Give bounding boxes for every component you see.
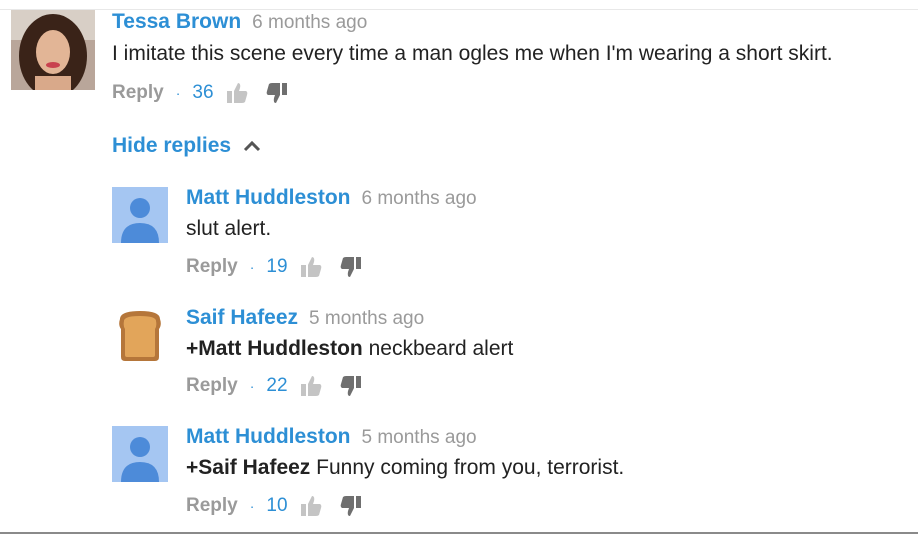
toast-avatar-icon bbox=[112, 307, 168, 363]
like-count: 22 bbox=[266, 375, 288, 396]
thumbs-down-icon[interactable] bbox=[340, 256, 362, 278]
timestamp[interactable]: 5 months ago bbox=[309, 308, 424, 329]
chevron-up-icon bbox=[244, 140, 261, 152]
separator: · bbox=[249, 378, 255, 394]
bottom-divider bbox=[0, 532, 918, 534]
hide-replies-label: Hide replies bbox=[112, 134, 232, 157]
author-name[interactable]: Matt Huddleston bbox=[186, 425, 350, 448]
reply-button[interactable]: Reply bbox=[186, 495, 238, 517]
like-count: 19 bbox=[266, 256, 288, 277]
separator: · bbox=[175, 85, 181, 101]
author-name[interactable]: Matt Huddleston bbox=[186, 186, 350, 209]
author-name[interactable]: Tessa Brown bbox=[112, 10, 241, 33]
comment-body: Funny coming from you, terrorist. bbox=[310, 456, 625, 479]
comment-actions: Reply · 36 bbox=[112, 81, 306, 105]
comment-header: Matt Huddleston 6 months ago bbox=[186, 186, 477, 210]
avatar[interactable] bbox=[11, 10, 95, 90]
thumbs-down-icon[interactable] bbox=[266, 82, 288, 104]
default-user-icon bbox=[112, 426, 168, 482]
comment-text: +Matt Huddleston neckbeard alert bbox=[186, 337, 513, 361]
separator: · bbox=[249, 259, 255, 275]
avatar[interactable] bbox=[112, 307, 168, 363]
avatar-photo bbox=[11, 10, 95, 90]
comment-text: +Saif Hafeez Funny coming from you, terr… bbox=[186, 456, 624, 480]
thumbs-up-icon[interactable] bbox=[226, 82, 248, 104]
comment-body: I imitate this scene every time a man og… bbox=[112, 42, 833, 65]
comment-header: Saif Hafeez 5 months ago bbox=[186, 306, 424, 330]
comment-actions: Reply · 19 bbox=[186, 255, 380, 279]
comment-actions: Reply · 22 bbox=[186, 374, 380, 398]
comment-header: Tessa Brown 6 months ago bbox=[112, 10, 367, 34]
comment-header: Matt Huddleston 5 months ago bbox=[186, 425, 477, 449]
mention-link[interactable]: +Saif Hafeez bbox=[186, 456, 310, 479]
comment-body: neckbeard alert bbox=[362, 337, 514, 360]
like-count: 10 bbox=[266, 495, 288, 516]
like-count: 36 bbox=[192, 82, 214, 103]
timestamp[interactable]: 6 months ago bbox=[361, 188, 476, 209]
mention-link[interactable]: +Matt Huddleston bbox=[186, 337, 363, 360]
reply-button[interactable]: Reply bbox=[186, 375, 238, 397]
reply-button[interactable]: Reply bbox=[186, 256, 238, 278]
thumbs-down-icon[interactable] bbox=[340, 495, 362, 517]
thumbs-up-icon[interactable] bbox=[300, 495, 322, 517]
default-user-icon bbox=[112, 187, 168, 243]
thumbs-down-icon[interactable] bbox=[340, 375, 362, 397]
comment-actions: Reply · 10 bbox=[186, 494, 380, 518]
comment-text: I imitate this scene every time a man og… bbox=[112, 42, 833, 66]
thumbs-up-icon[interactable] bbox=[300, 375, 322, 397]
thumbs-up-icon[interactable] bbox=[300, 256, 322, 278]
avatar[interactable] bbox=[112, 426, 168, 482]
avatar[interactable] bbox=[112, 187, 168, 243]
timestamp[interactable]: 6 months ago bbox=[252, 12, 367, 33]
comment-text: slut alert. bbox=[186, 217, 271, 241]
timestamp[interactable]: 5 months ago bbox=[361, 427, 476, 448]
separator: · bbox=[249, 498, 255, 514]
author-name[interactable]: Saif Hafeez bbox=[186, 306, 298, 329]
hide-replies-button[interactable]: Hide replies bbox=[112, 134, 261, 158]
comment-body: slut alert. bbox=[186, 217, 272, 240]
reply-button[interactable]: Reply bbox=[112, 82, 164, 104]
